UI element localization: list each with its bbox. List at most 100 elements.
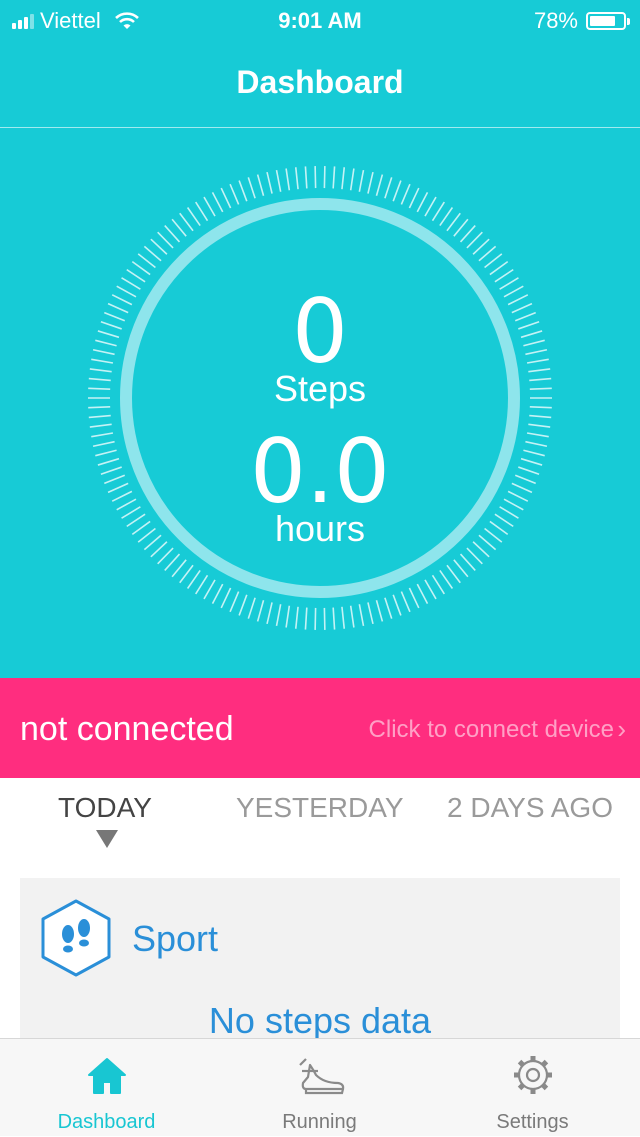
- dial-tick: [180, 565, 193, 583]
- dial-tick: [440, 570, 453, 588]
- dial-tick: [461, 226, 476, 242]
- dial-tick: [239, 181, 247, 202]
- dial-tick: [351, 606, 354, 628]
- dial-tick: [258, 175, 264, 196]
- dial-tick: [447, 565, 460, 583]
- dial-tick: [479, 246, 496, 260]
- dial-tick: [417, 584, 427, 603]
- dial-tick: [425, 580, 436, 599]
- home-icon: [85, 1053, 129, 1097]
- selected-tab-indicator: [96, 830, 118, 848]
- sport-title: Sport: [132, 918, 218, 960]
- footprints-icon: [40, 898, 112, 978]
- dial-tick: [277, 604, 281, 626]
- dial-tick: [368, 172, 373, 193]
- sport-card[interactable]: Sport No steps data: [20, 878, 620, 1038]
- dial-tick: [433, 575, 445, 594]
- dial-tick: [144, 246, 161, 260]
- tab-label-settings: Settings: [426, 1111, 639, 1134]
- dial-tick: [473, 239, 489, 254]
- dial-tick: [267, 172, 272, 193]
- dial-tick: [239, 595, 247, 616]
- dial-tick: [165, 554, 180, 570]
- dial-tick: [401, 184, 410, 204]
- shoe-icon: [294, 1053, 346, 1097]
- dial-tick: [89, 416, 111, 418]
- page-title: Dashboard: [0, 64, 640, 101]
- dial-tick: [138, 254, 155, 268]
- dial-tick: [296, 167, 298, 189]
- nav-bar: Dashboard: [0, 40, 640, 128]
- activity-summary: 0 Steps 0.0 hours: [0, 128, 640, 678]
- dial-tick: [132, 262, 150, 275]
- steps-label: Steps: [0, 368, 640, 410]
- steps-value: 0: [0, 288, 640, 376]
- dial-tick: [277, 170, 281, 192]
- dial-tick: [385, 177, 392, 198]
- dial-tick: [221, 588, 230, 608]
- dial-tick: [376, 600, 382, 621]
- connect-device-bar[interactable]: not connected Click to connect device ›: [0, 678, 640, 778]
- dial-tick: [376, 175, 382, 196]
- dial-tick: [248, 598, 255, 619]
- status-right: 78%: [534, 8, 626, 34]
- dial-tick: [204, 197, 215, 216]
- dial-tick: [258, 600, 264, 621]
- tab-settings[interactable]: Settings: [426, 1039, 639, 1137]
- dial-tick: [188, 570, 201, 588]
- tab-running[interactable]: Running: [213, 1039, 426, 1137]
- dial-tick: [359, 604, 363, 626]
- dial-tick: [528, 424, 550, 427]
- hours-label: hours: [0, 508, 640, 550]
- connect-device-link[interactable]: Click to connect device: [369, 716, 614, 744]
- tab-today[interactable]: TODAY: [58, 792, 152, 824]
- dial-tick: [467, 232, 482, 248]
- dial-tick: [286, 606, 289, 628]
- gear-icon: [511, 1053, 555, 1097]
- dial-tick: [485, 254, 502, 268]
- tab-dashboard[interactable]: Dashboard: [0, 1039, 213, 1137]
- dial-tick: [529, 416, 551, 418]
- battery-fill: [590, 16, 615, 26]
- dial-tick: [296, 607, 298, 629]
- dial-tick: [165, 226, 180, 242]
- dial-tick: [172, 219, 186, 236]
- dial-tick: [333, 166, 334, 188]
- dial-tick: [490, 262, 508, 275]
- dial-tick: [230, 592, 239, 612]
- dial-tick: [221, 188, 230, 208]
- dial-tick: [188, 207, 201, 225]
- dial-tick: [495, 270, 513, 282]
- dial-tick: [342, 607, 344, 629]
- dial-tick: [425, 197, 436, 216]
- dial-tick: [180, 213, 193, 231]
- dial-tick: [204, 580, 215, 599]
- dial-tick: [158, 232, 173, 248]
- dial-tick: [286, 168, 289, 190]
- battery-percent: 78%: [534, 8, 578, 34]
- hours-value: 0.0: [0, 428, 640, 516]
- chevron-right-icon: ›: [617, 714, 626, 745]
- dial-tick: [461, 554, 476, 570]
- dial-tick: [409, 588, 418, 608]
- dial-tick: [333, 608, 334, 630]
- dial-tick: [213, 584, 223, 603]
- dial-tick: [417, 192, 427, 211]
- dial-tick: [230, 184, 239, 204]
- dial-tick: [454, 560, 468, 577]
- tab-label-running: Running: [213, 1111, 426, 1134]
- dial-tick: [351, 168, 354, 190]
- dial-tick: [305, 608, 306, 630]
- tab-yesterday[interactable]: YESTERDAY: [236, 792, 404, 824]
- dial-tick: [440, 207, 453, 225]
- tab-2-days-ago[interactable]: 2 DAYS AGO: [447, 792, 613, 824]
- dial-tick: [267, 602, 272, 623]
- dial-tick: [90, 424, 112, 427]
- dial-tick: [248, 177, 255, 198]
- dial-tick: [368, 602, 373, 623]
- tab-label-dashboard: Dashboard: [0, 1111, 213, 1134]
- bottom-tab-bar: Dashboard Running Settings: [0, 1038, 640, 1136]
- connection-status: not connected: [20, 710, 234, 749]
- dial-tick: [433, 202, 445, 221]
- dial-tick: [393, 595, 401, 616]
